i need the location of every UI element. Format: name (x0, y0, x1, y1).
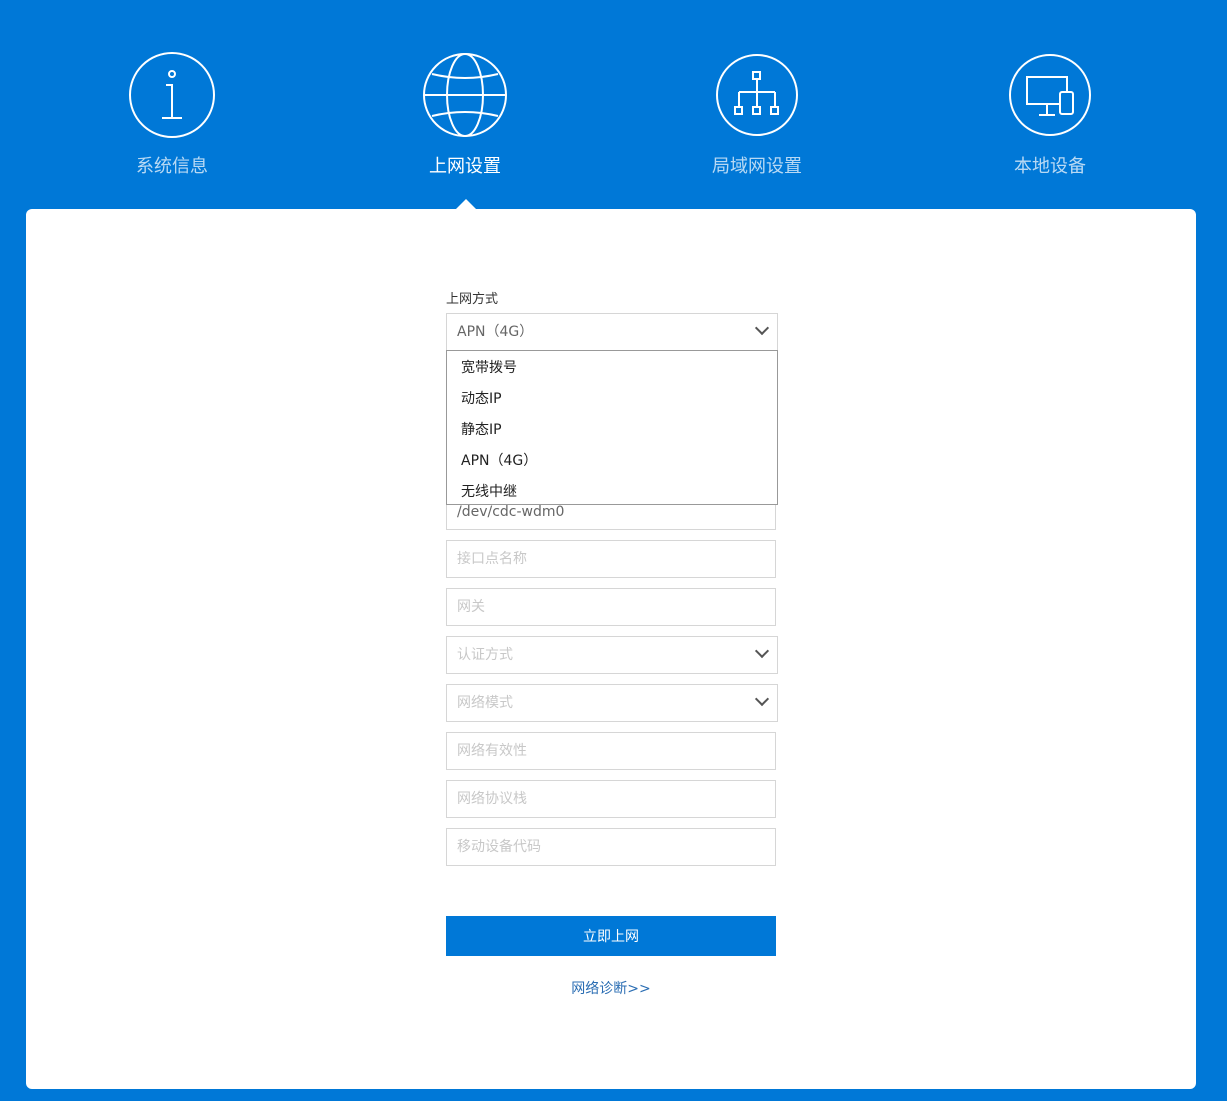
nav-label-local-devices: 本地设备 (1014, 156, 1086, 177)
connection-mode-value: APN（4G） (457, 324, 534, 340)
dropdown-option-pppoe[interactable]: 宽带拨号 (447, 353, 777, 384)
network-tree-icon (716, 54, 798, 136)
auth-method-select[interactable]: 认证方式 (446, 636, 778, 674)
network-mode-placeholder: 网络模式 (457, 695, 513, 711)
protocol-stack-field[interactable]: 网络协议栈 (446, 780, 776, 818)
network-diagnose-link[interactable]: 网络诊断>> (446, 978, 776, 998)
chevron-down-icon (754, 643, 770, 659)
nav-label-lan-settings: 局域网设置 (712, 156, 802, 177)
network-mode-select[interactable]: 网络模式 (446, 684, 778, 722)
top-navigation: 系统信息 上网设置 局域网设置 本地设备 (0, 0, 1227, 210)
chevron-down-icon (754, 691, 770, 707)
dropdown-option-static-ip[interactable]: 静态IP (447, 415, 777, 446)
dropdown-option-wireless-relay[interactable]: 无线中继 (447, 477, 777, 508)
nav-item-local-devices[interactable]: 本地设备 (950, 52, 1150, 178)
devices-icon (1009, 54, 1091, 136)
info-icon (129, 52, 215, 138)
globe-icon (423, 53, 507, 137)
gateway-field[interactable]: 网关 (446, 588, 776, 626)
nav-item-lan-settings[interactable]: 局域网设置 (657, 52, 857, 178)
protocol-stack-placeholder: 网络协议栈 (457, 791, 527, 807)
connect-now-button[interactable]: 立即上网 (446, 916, 776, 956)
network-validity-placeholder: 网络有效性 (457, 743, 527, 759)
auth-method-placeholder: 认证方式 (457, 647, 513, 663)
connection-mode-dropdown: 宽带拨号 动态IP 静态IP APN（4G） 无线中继 (446, 350, 778, 505)
connection-mode-label: 上网方式 (446, 292, 499, 307)
nav-label-system-info: 系统信息 (136, 156, 208, 177)
apn-name-field[interactable]: 接口点名称 (446, 540, 776, 578)
apn-name-placeholder: 接口点名称 (457, 551, 527, 567)
dropdown-option-apn[interactable]: APN（4G） (447, 446, 777, 477)
mobile-device-code-field[interactable]: 移动设备代码 (446, 828, 776, 866)
nav-label-internet-settings: 上网设置 (429, 156, 501, 177)
connection-mode-select[interactable]: APN（4G） (446, 313, 778, 351)
chevron-down-icon (754, 320, 770, 336)
gateway-placeholder: 网关 (457, 599, 485, 615)
network-validity-field[interactable]: 网络有效性 (446, 732, 776, 770)
nav-item-internet-settings[interactable]: 上网设置 (365, 52, 565, 178)
dropdown-option-dhcp[interactable]: 动态IP (447, 384, 777, 415)
nav-item-system-info[interactable]: 系统信息 (72, 52, 272, 178)
mobile-device-code-placeholder: 移动设备代码 (457, 839, 541, 855)
